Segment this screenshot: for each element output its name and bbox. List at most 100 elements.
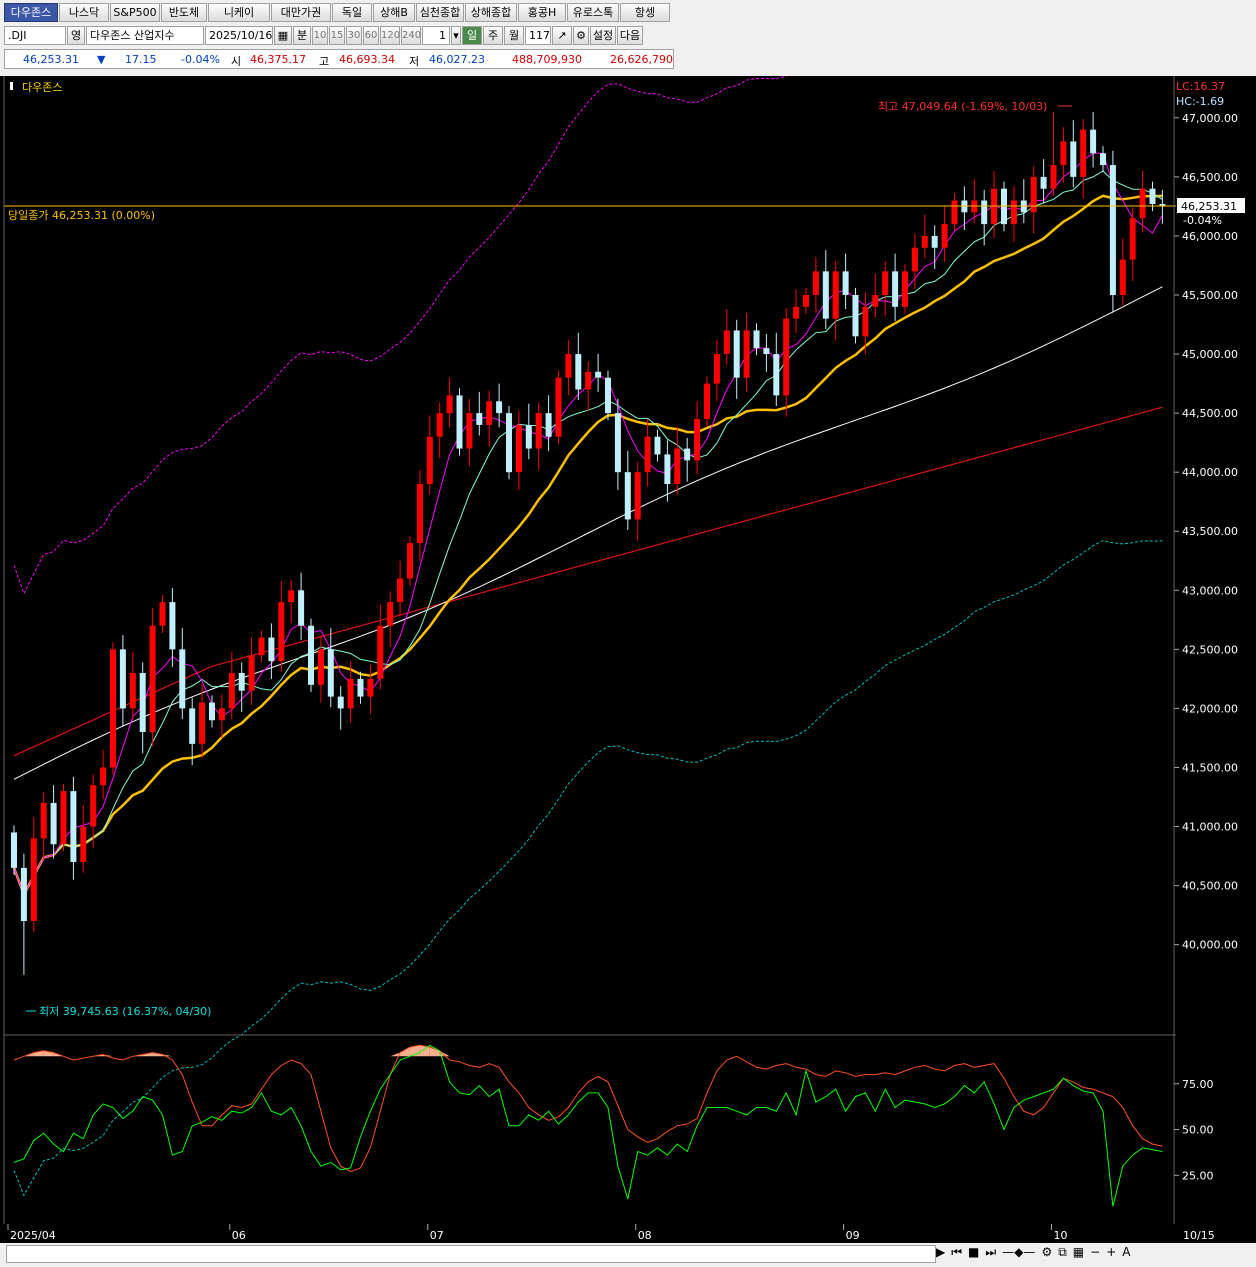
candle-body — [743, 330, 750, 378]
candle-body — [862, 306, 869, 337]
candle-body — [476, 413, 483, 425]
candle-body — [783, 318, 790, 396]
date-tick-label: 10/15 — [1183, 1229, 1215, 1242]
candle-body — [624, 472, 631, 520]
candle-body — [704, 383, 710, 420]
tab-8[interactable]: 심천종합 — [416, 3, 464, 22]
next-button[interactable]: 다음 — [617, 25, 643, 45]
quote-low: 46,027.23 — [429, 53, 485, 66]
date-field[interactable]: 2025/10/16 — [205, 25, 273, 45]
tab-6[interactable]: 독일 — [332, 3, 372, 22]
candle-body — [723, 330, 730, 355]
candle-body — [1080, 129, 1087, 177]
candle-body — [525, 424, 532, 449]
candle-body — [911, 247, 918, 272]
tab-11[interactable]: 유로스톡 — [567, 3, 619, 22]
tab-9[interactable]: 상해종합 — [465, 3, 517, 22]
candle-body — [585, 371, 592, 390]
unit-button-1[interactable]: 주 — [483, 25, 503, 45]
candle-body — [218, 708, 225, 721]
lc-label: LC:16.37 — [1176, 80, 1225, 93]
price-chart[interactable]: 40,000.00 40,500.00 41,000.00 41,500.00 42,0… — [0, 76, 1256, 1243]
tool-icon[interactable]: ⚙ — [1041, 1245, 1052, 1261]
tab-12[interactable]: 항셍 — [620, 3, 670, 22]
tab-1[interactable]: 나스닥 — [59, 3, 109, 22]
tab-3[interactable]: 반도체 — [161, 3, 207, 22]
tab-2[interactable]: S&P500 — [110, 3, 160, 22]
tab-4[interactable]: 니케이 — [208, 3, 270, 22]
candle-body — [367, 678, 374, 697]
tab-5[interactable]: 대만가권 — [271, 3, 331, 22]
quote-change: 17.15 — [125, 53, 157, 66]
period-button-3[interactable]: 30 — [346, 25, 362, 45]
osc-tick-label: 25.00 — [1182, 1169, 1214, 1182]
candle-body — [327, 649, 334, 697]
candle-body — [595, 371, 602, 378]
calendar-icon[interactable]: ▦ — [274, 25, 292, 45]
candle-body — [852, 294, 859, 337]
period-count-spinner[interactable]: ▾ — [451, 25, 461, 45]
quote-volume: 488,709,930 — [512, 53, 582, 66]
quote-change-pct: -0.04% — [181, 53, 220, 66]
price-tick-label: 42,000.00 — [1182, 702, 1238, 715]
candle-body — [258, 637, 265, 656]
period-button-6[interactable]: 240 — [401, 25, 421, 45]
price-tick-label: 46,500.00 — [1182, 171, 1238, 184]
candle-body — [941, 224, 948, 248]
period-button-1[interactable]: 10 — [312, 25, 328, 45]
candle-body — [60, 791, 67, 845]
zoom-out-icon[interactable]: − — [1090, 1245, 1100, 1261]
period-button-2[interactable]: 15 — [329, 25, 345, 45]
grid-icon[interactable]: ▦ — [1073, 1245, 1084, 1261]
price-axis: 40,000.00 40,500.00 41,000.00 41,500.00 42,0… — [1174, 112, 1238, 952]
candle-body — [1139, 188, 1146, 219]
candle-body — [902, 271, 908, 307]
zoom-in-icon[interactable]: + — [1106, 1245, 1116, 1261]
quote-open-label: 시 — [231, 55, 242, 68]
candle-body — [753, 330, 760, 349]
bar-count-field[interactable]: 117 — [525, 25, 551, 45]
period-button-4[interactable]: 60 — [363, 25, 379, 45]
chart-title: 다우존스 — [22, 81, 62, 94]
candle-body — [555, 377, 562, 437]
line-tool-icon[interactable]: ↗ — [552, 25, 572, 45]
candle-body — [1090, 129, 1097, 154]
period-button-5[interactable]: 120 — [380, 25, 400, 45]
candle-body — [11, 832, 17, 868]
unit-button-0[interactable]: 일 — [462, 25, 482, 45]
candle-body — [565, 354, 572, 378]
scroll-controls: ▶ ⏮ ■ ⏭ —◆— ⚙ ⧉ ▦ − + A — [936, 1245, 1246, 1261]
stop-icon[interactable]: ■ — [968, 1245, 979, 1261]
candle-body — [268, 637, 275, 662]
font-icon[interactable]: A — [1122, 1245, 1130, 1261]
candle-body — [634, 472, 641, 520]
candle-body — [486, 401, 493, 425]
candle-body — [733, 330, 740, 378]
settings-button[interactable]: 설정 — [590, 25, 616, 45]
tab-7[interactable]: 상해B — [373, 3, 415, 22]
candle-body — [545, 413, 552, 437]
current-close-label: 당일종가 46,253.31 (0.00%) — [8, 208, 155, 222]
chart-scrollbar[interactable]: ▶ ⏮ ■ ⏭ —◆— ⚙ ⧉ ▦ − + A — [0, 1243, 1256, 1267]
zoom-slider[interactable]: —◆— — [1002, 1245, 1035, 1261]
gear-icon[interactable]: ⚙ — [573, 25, 589, 45]
symbol-row: .DJI 영 다우존스 산업지수 2025/10/16 ▦ 분 10 15 30 60 1… — [4, 25, 644, 45]
price-tick-label: 45,500.00 — [1182, 289, 1238, 302]
tab-0[interactable]: 다우존스 — [4, 3, 58, 22]
unit-button-2[interactable]: 월 — [504, 25, 524, 45]
last-page-icon[interactable]: ⏭ — [985, 1245, 996, 1261]
language-toggle-button[interactable]: 영 — [67, 25, 85, 45]
symbol-code-field[interactable]: .DJI — [4, 25, 66, 45]
period-count-field[interactable]: 1 — [422, 25, 450, 45]
period-buttons: 분 10 15 30 60 120 240 — [293, 25, 422, 45]
scroll-right-icon[interactable]: ▶ — [936, 1245, 945, 1261]
candle-body — [872, 294, 879, 307]
scroll-track[interactable] — [6, 1245, 936, 1263]
period-button-0[interactable]: 분 — [293, 25, 311, 45]
candle-body — [713, 354, 720, 384]
tab-10[interactable]: 홍콩H — [518, 3, 566, 22]
copy-icon[interactable]: ⧉ — [1058, 1245, 1067, 1261]
first-page-icon[interactable]: ⏮ — [951, 1245, 962, 1261]
candle-body — [110, 649, 116, 768]
candle-body — [189, 708, 196, 744]
